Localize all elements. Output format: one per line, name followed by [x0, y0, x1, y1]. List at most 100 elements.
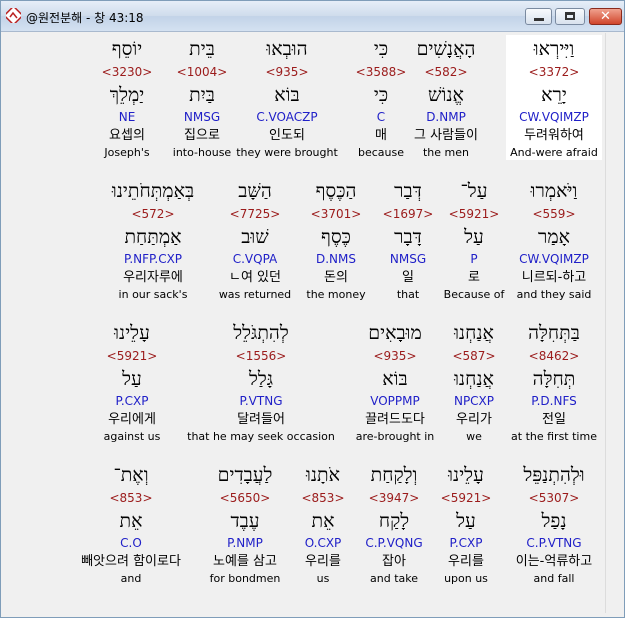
lemma-word: עַל: [122, 368, 142, 390]
strong-number: <935>: [265, 65, 309, 79]
morphology-code: P.VTNG: [239, 394, 283, 408]
strong-number: <587>: [452, 349, 496, 363]
morphology-code: D.NMP: [426, 110, 466, 124]
word-cell[interactable]: לְהִתְגֹּלֵל <1556> גָּלַל P.VTNG 달려들어 that h…: [176, 319, 346, 444]
word-cell[interactable]: וּלְהִתְנַפֵּל <5307> נָפַל C.P.VTNG 이는-억류하고…: [506, 461, 602, 586]
strong-number: <5307>: [528, 491, 580, 505]
english-gloss: the men: [422, 146, 469, 159]
word-cell[interactable]: בַּתְּחִלָּה <8462> תְּחִלָּה P.D.NFS 전일 at t…: [506, 319, 602, 444]
morphology-code: P.NFP.CXP: [123, 252, 183, 266]
strong-number: <1556>: [235, 349, 287, 363]
strong-number: <853>: [109, 491, 153, 505]
hebrew-word: לַעֲבָדִים: [217, 464, 273, 486]
vertical-scrollbar[interactable]: [605, 33, 622, 613]
lemma-word: אֵת: [311, 510, 335, 532]
strong-number: <572>: [131, 207, 175, 221]
lemma-word: יָרֵא: [541, 84, 567, 106]
word-cell[interactable]: עָלֵינוּ <5921> עַל P.CXP 우리를 upon us: [431, 461, 501, 586]
english-gloss: and: [120, 572, 142, 585]
korean-gloss: 우리를: [448, 554, 484, 569]
word-cell[interactable]: אֲנַחְנוּ <587> אֲנַחְנוּ NPCXP 우리가 we: [439, 319, 509, 444]
lemma-word: בַּיִת: [189, 84, 215, 106]
hebrew-word: הָאֲנָשִׁים: [416, 38, 476, 60]
strong-number: <3230>: [101, 65, 153, 79]
strong-number: <3588>: [355, 65, 407, 79]
morphology-code: NPCXP: [453, 394, 495, 408]
morphology-code: O.CXP: [304, 536, 342, 550]
word-cell[interactable]: עָלֵינוּ <5921> עַל P.CXP 우리에게 against us: [67, 319, 197, 444]
morphology-code: P.CXP: [115, 394, 149, 408]
korean-gloss: 니르되-하고: [521, 270, 587, 285]
word-cell[interactable]: לַעֲבָדִים <5650> עֶבֶד P.NMP 노예를 삼고 for bond…: [200, 461, 290, 586]
strong-number: <3701>: [310, 207, 362, 221]
english-gloss: for bondmen: [209, 572, 281, 585]
strong-number: <1004>: [176, 65, 228, 79]
word-cell[interactable]: הַכֶּסֶף <3701> כֶּסֶף D.NMS 돈의 the money: [293, 177, 379, 302]
hebrew-word: וְאֶת־: [113, 464, 149, 486]
morphology-code: C: [376, 110, 386, 124]
english-gloss: us: [316, 572, 330, 585]
hebrew-word: וּלְהִתְנַפֵּל: [523, 464, 585, 486]
korean-gloss: 일: [402, 270, 414, 285]
hebrew-word: לְהִתְגֹּלֵל: [233, 322, 289, 344]
lemma-word: עֶבֶד: [230, 510, 260, 532]
morphology-code: CW.VQIMZP: [519, 110, 589, 124]
lemma-word: עַל: [456, 510, 476, 532]
korean-gloss: 돈의: [324, 270, 348, 285]
word-cell[interactable]: הָאֲנָשִׁים <582> אֱנוֹשׁ D.NMP 그 사람들이 the me…: [406, 35, 486, 160]
lemma-word: אָמַר: [538, 226, 570, 248]
word-cell[interactable]: וַיִּירְאוּ <3372> יָרֵא CW.VQIMZP 두려워하여 And-…: [506, 35, 602, 160]
korean-gloss: 노예를 삼고: [213, 554, 277, 569]
korean-gloss: 두려워하여: [524, 128, 584, 143]
window-title: @원전분해 - 창 43:18: [26, 11, 144, 25]
strong-number: <582>: [424, 65, 468, 79]
word-cell[interactable]: יוֹסֵף <3230> יַמְלֵךְ NE 요셉의 Joseph's: [87, 35, 167, 160]
lemma-word: יַמְלֵךְ: [109, 84, 145, 106]
strong-number: <7725>: [229, 207, 281, 221]
minimize-icon: [534, 18, 544, 21]
lemma-word: תְּחִלָּה: [532, 368, 576, 390]
morphology-code: C.P.VTNG: [526, 536, 582, 550]
maximize-button[interactable]: [555, 8, 585, 25]
word-cell[interactable]: וְאֶת־ <853> אֵת C.O 빼앗으려 함이로다 and: [61, 461, 201, 586]
title-bar[interactable]: @원전분해 - 창 43:18 ✕: [1, 1, 624, 32]
hebrew-word: עָלֵינוּ: [448, 464, 484, 486]
word-cell[interactable]: בְּאַמְתְּחֹתֵינוּ <572> אַמְתַּחַת P.NFP.C…: [95, 177, 211, 302]
strong-number: <5921>: [440, 491, 492, 505]
word-cell[interactable]: עַל־ <5921> עַל P 로 Because of: [440, 177, 508, 302]
strong-number: <853>: [301, 491, 345, 505]
english-gloss: Joseph's: [104, 146, 150, 159]
word-cell[interactable]: כִּי <3588> כִּי C 매 because: [351, 35, 411, 160]
word-cell[interactable]: אֹתָנוּ <853> אֵת O.CXP 우리를 us: [293, 461, 353, 586]
english-gloss: and fall: [533, 572, 575, 585]
korean-gloss: ㄴ여 있던: [229, 270, 281, 285]
morphology-code: NMSG: [389, 252, 427, 266]
morphology-code: CW.VQIMZP: [519, 252, 589, 266]
english-gloss: and they said: [516, 288, 592, 301]
word-cell[interactable]: וַיֹּאמְרוּ <559> אָמַר CW.VQIMZP 니르되-하고 and …: [506, 177, 602, 302]
korean-gloss: 그 사람들이: [414, 128, 478, 143]
word-cell[interactable]: מוּבָאִים <935> בּוֹא VOPPMP 끌려드도다 are-brough…: [347, 319, 443, 444]
word-cell[interactable]: הוּבְאוּ <935> בּוֹא C.VOACZP 인도되 they were b…: [229, 35, 345, 160]
word-cell[interactable]: בֵּית <1004> בַּיִת NMSG 집으로 into-house: [166, 35, 238, 160]
morphology-code: P.D.NFS: [531, 394, 577, 408]
korean-gloss: 요셉의: [109, 128, 145, 143]
english-gloss: upon us: [444, 572, 488, 585]
hebrew-word: הַכֶּסֶף: [315, 180, 357, 202]
lemma-word: בּוֹא: [382, 368, 408, 390]
morphology-code: P.CXP: [449, 536, 483, 550]
strong-number: <5650>: [219, 491, 271, 505]
hebrew-word: אֹתָנוּ: [305, 464, 341, 486]
strong-number: <3947>: [368, 491, 420, 505]
korean-gloss: 빼앗으려 함이로다: [81, 554, 181, 569]
english-gloss: Because of: [443, 288, 505, 301]
minimize-button[interactable]: [525, 8, 552, 25]
close-button[interactable]: ✕: [589, 8, 622, 25]
morphology-code: P.NMP: [227, 536, 263, 550]
hebrew-word: יוֹסֵף: [111, 38, 143, 60]
korean-gloss: 이는-억류하고: [515, 554, 593, 569]
word-cell[interactable]: דְּבַר <1697> דָּבָר NMSG 일 that: [378, 177, 438, 302]
word-cell[interactable]: הַשָּׁב <7725> שׁוּב C.VQPA ㄴ여 있던 was returne…: [215, 177, 295, 302]
analysis-area: וַיִּירְאוּ <3372> יָרֵא CW.VQIMZP 두려워하여 And-…: [5, 33, 605, 613]
word-cell[interactable]: וְלָקַחַת <3947> לָקַח C.P.VQNG 잡아 and take: [359, 461, 429, 586]
